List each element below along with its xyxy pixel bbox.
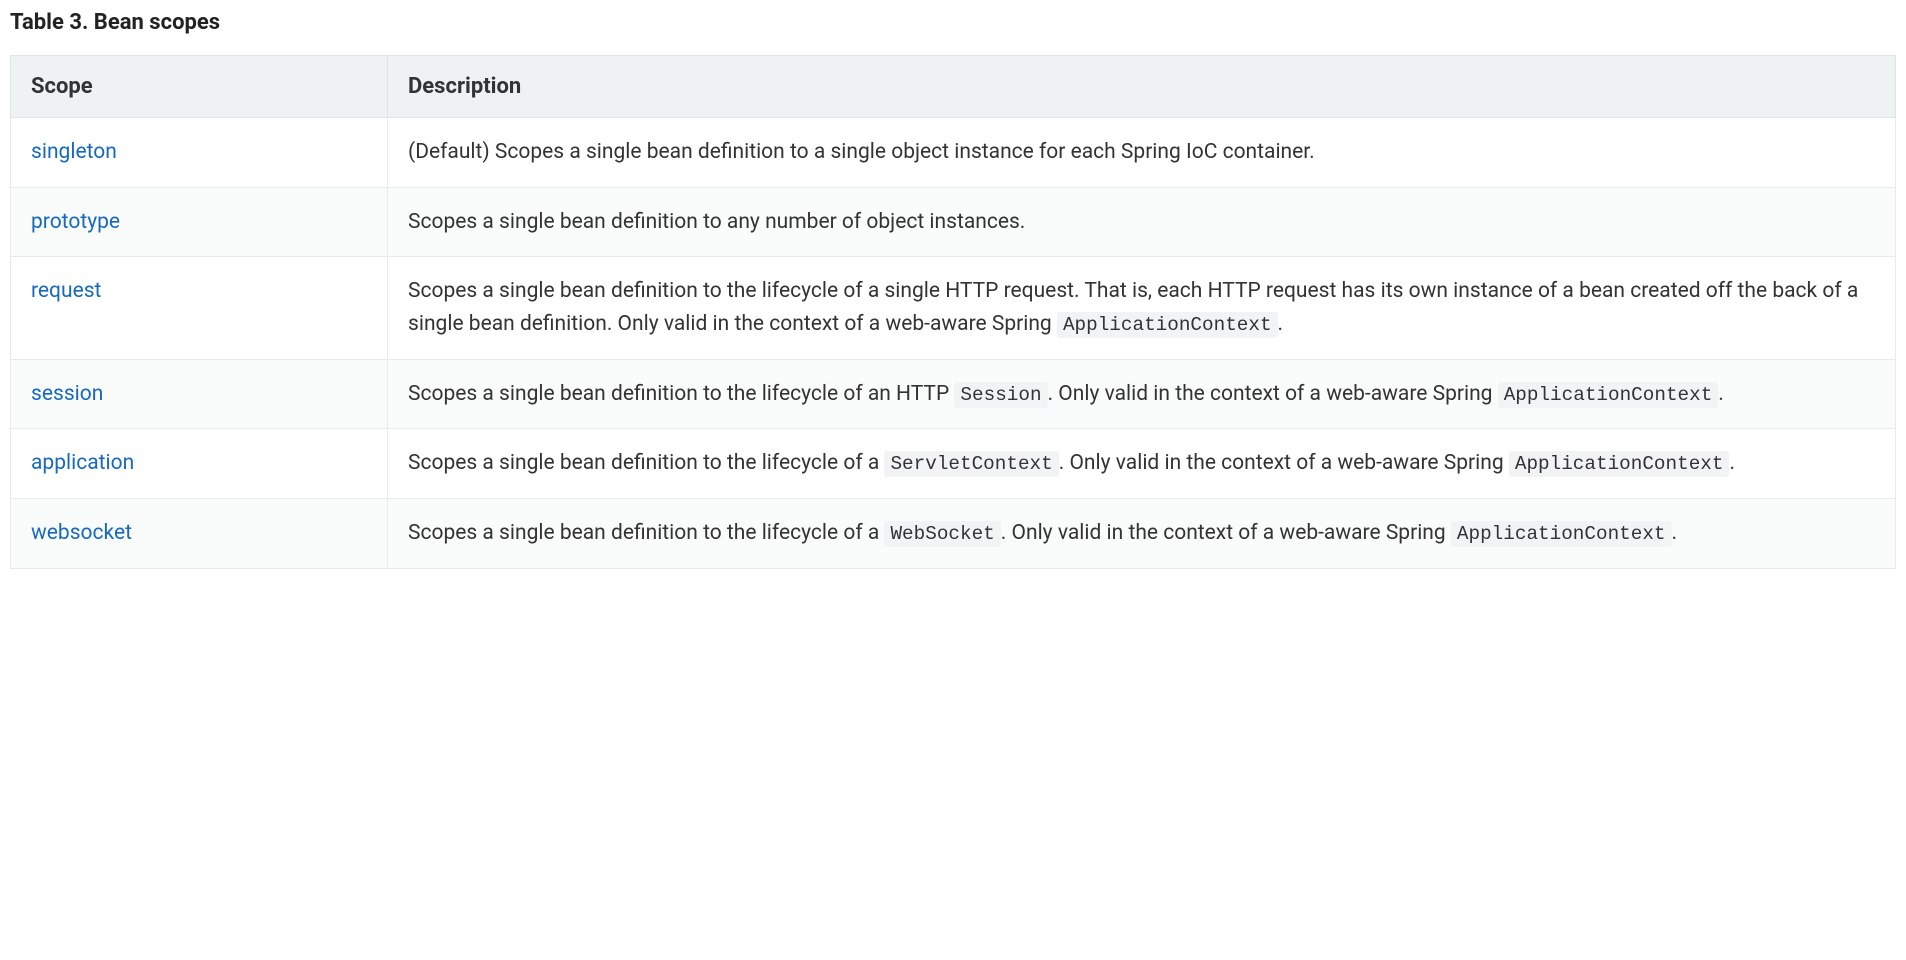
description-cell: Scopes a single bean definition to the l… bbox=[388, 359, 1896, 429]
table-row: request Scopes a single bean definition t… bbox=[11, 257, 1896, 359]
scope-link[interactable]: websocket bbox=[31, 521, 132, 545]
desc-text: Scopes a single bean definition to the l… bbox=[408, 451, 884, 475]
description-cell: Scopes a single bean definition to the l… bbox=[388, 429, 1896, 499]
desc-text: . bbox=[1718, 382, 1724, 406]
table-row: session Scopes a single bean definition t… bbox=[11, 359, 1896, 429]
scope-link[interactable]: prototype bbox=[31, 210, 120, 234]
inline-code: Session bbox=[954, 382, 1047, 408]
table-row: singleton (Default) Scopes a single bean … bbox=[11, 118, 1896, 188]
scope-link[interactable]: request bbox=[31, 279, 101, 303]
description-cell: Scopes a single bean definition to the l… bbox=[388, 257, 1896, 359]
desc-text: . bbox=[1278, 312, 1284, 336]
inline-code: WebSocket bbox=[884, 521, 1000, 547]
inline-code: ApplicationContext bbox=[1498, 382, 1719, 408]
desc-text: Scopes a single bean definition to any n… bbox=[408, 210, 1025, 234]
header-description: Description bbox=[388, 56, 1896, 118]
header-scope: Scope bbox=[11, 56, 388, 118]
description-cell: Scopes a single bean definition to the l… bbox=[388, 499, 1896, 569]
description-cell: (Default) Scopes a single bean definitio… bbox=[388, 118, 1896, 188]
desc-text: . Only valid in the context of a web-awa… bbox=[1059, 451, 1509, 475]
inline-code: ApplicationContext bbox=[1509, 451, 1730, 477]
desc-text: . bbox=[1672, 521, 1678, 545]
scope-cell: prototype bbox=[11, 187, 388, 257]
desc-text: Scopes a single bean definition to the l… bbox=[408, 382, 954, 406]
scope-cell: singleton bbox=[11, 118, 388, 188]
scope-cell: websocket bbox=[11, 499, 388, 569]
description-cell: Scopes a single bean definition to any n… bbox=[388, 187, 1896, 257]
scope-link[interactable]: singleton bbox=[31, 140, 117, 164]
table-row: prototype Scopes a single bean definition… bbox=[11, 187, 1896, 257]
scope-cell: session bbox=[11, 359, 388, 429]
desc-text: Scopes a single bean definition to the l… bbox=[408, 521, 884, 545]
scope-cell: request bbox=[11, 257, 388, 359]
inline-code: ApplicationContext bbox=[1451, 521, 1672, 547]
table-row: application Scopes a single bean definiti… bbox=[11, 429, 1896, 499]
desc-text: . Only valid in the context of a web-awa… bbox=[1048, 382, 1498, 406]
table-caption: Table 3. Bean scopes bbox=[10, 10, 1896, 35]
inline-code: ApplicationContext bbox=[1057, 312, 1278, 338]
inline-code: ServletContext bbox=[884, 451, 1058, 477]
scope-link[interactable]: session bbox=[31, 382, 103, 406]
desc-text: . Only valid in the context of a web-awa… bbox=[1001, 521, 1451, 545]
desc-text: . bbox=[1729, 451, 1735, 475]
scope-cell: application bbox=[11, 429, 388, 499]
bean-scopes-table: Scope Description singleton (Default) Sco… bbox=[10, 55, 1896, 569]
desc-text: (Default) Scopes a single bean definitio… bbox=[408, 140, 1315, 164]
scope-link[interactable]: application bbox=[31, 451, 134, 475]
table-row: websocket Scopes a single bean definition… bbox=[11, 499, 1896, 569]
